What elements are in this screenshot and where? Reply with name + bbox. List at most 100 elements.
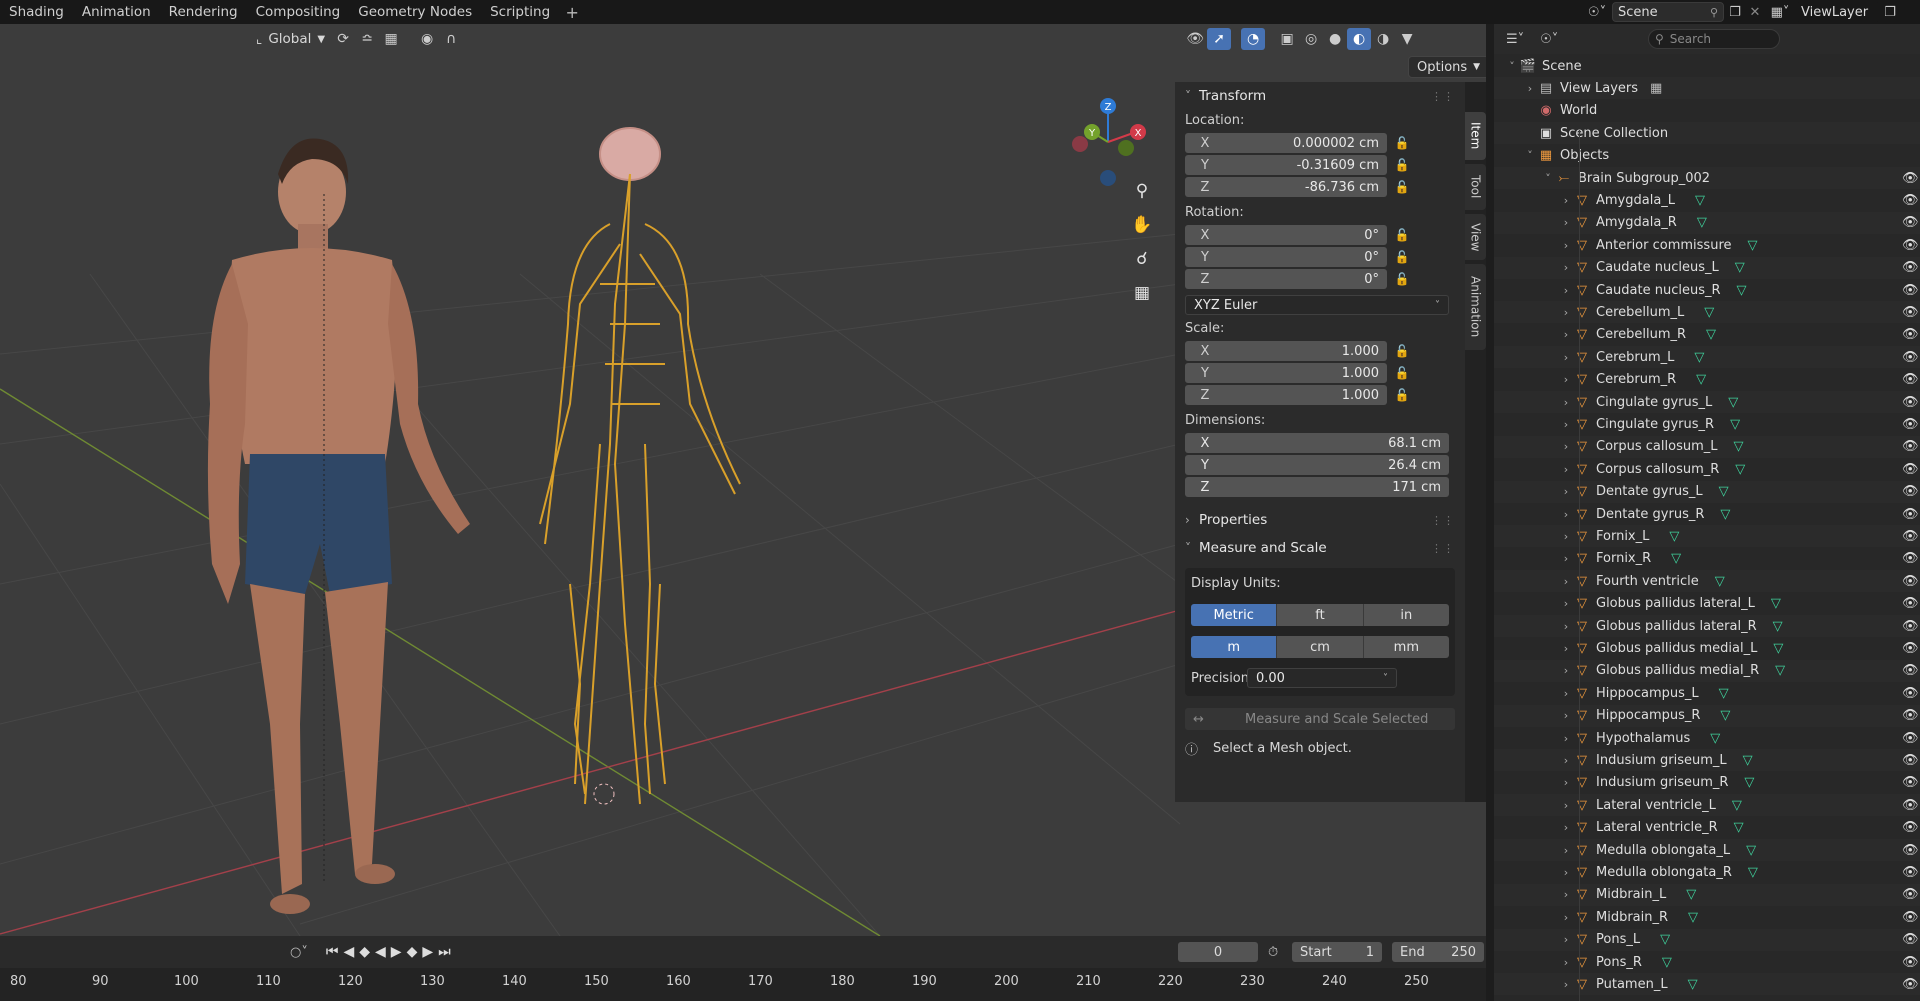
current-frame-field[interactable]: 0 [1178,942,1258,962]
visibility-eye-icon[interactable]: 👁 [1902,215,1919,230]
expand-toggle-icon[interactable]: ˅ [1504,60,1520,73]
outliner-object-item[interactable]: › ▽ Amygdala_R ▽ 👁 [1494,211,1920,234]
outliner-object-item[interactable]: › ▽ Hypothalamus ▽ 👁 [1494,727,1920,749]
outliner-object-item[interactable]: › ▽ Cingulate gyrus_R ▽ 👁 [1494,413,1920,435]
outliner-object-item[interactable]: › ▽ Fourth ventricle ▽ 👁 [1494,570,1920,593]
mesh-data-icon[interactable]: ▽ [1669,529,1679,544]
expand-toggle-icon[interactable]: › [1558,754,1574,767]
snap-toggle-icon[interactable]: ≏ [355,28,379,50]
zoom-icon[interactable]: ⚲ [1127,176,1157,206]
scene-browse-icon[interactable]: ☉˅ [1582,5,1612,20]
location-z-field[interactable]: Z -86.736 cm [1185,177,1387,197]
expand-toggle-icon[interactable]: › [1558,844,1574,857]
outliner-object-item[interactable]: › ▽ Anterior commissure ▽ 👁 [1494,234,1920,256]
pan-hand-icon[interactable]: ✋ [1127,210,1157,240]
mesh-data-icon[interactable]: ▽ [1686,887,1696,902]
mesh-data-icon[interactable]: ▽ [1771,596,1781,611]
outliner-object-item[interactable]: › ▽ Amygdala_L ▽ 👁 [1494,189,1920,211]
lock-icon[interactable]: 🔓 [1387,136,1417,150]
expand-toggle-icon[interactable]: › [1558,799,1574,812]
lock-icon[interactable]: 🔓 [1387,366,1417,380]
expand-toggle-icon[interactable]: › [1558,239,1574,252]
expand-toggle-icon[interactable]: › [1558,440,1574,453]
drag-handle-icon[interactable]: ⋮⋮ [1431,90,1455,103]
outliner-object-item[interactable]: › ▽ Midbrain_L ▽ 👁 [1494,883,1920,906]
mesh-data-icon[interactable]: ▽ [1732,798,1742,813]
expand-toggle-icon[interactable]: › [1558,597,1574,610]
lock-icon[interactable]: 🔓 [1387,388,1417,402]
visibility-eye-icon[interactable]: 👁 [1902,708,1919,723]
shading-options-icon[interactable]: ▼ [1395,28,1419,50]
outliner-object-item[interactable]: › ▽ Medulla oblongata_L ▽ 👁 [1494,839,1920,861]
lock-icon[interactable]: 🔓 [1387,180,1417,194]
xray-toggle-icon[interactable]: ▣ [1275,28,1299,50]
scene-name-field[interactable]: Scene ⚲ [1612,2,1724,22]
mesh-data-icon[interactable]: ▽ [1743,753,1753,768]
mesh-data-icon[interactable]: ▽ [1706,327,1716,342]
outliner-world[interactable]: ◉ World [1494,100,1920,122]
expand-toggle-icon[interactable]: › [1558,328,1574,341]
expand-toggle-icon[interactable]: › [1558,373,1574,386]
location-x-field[interactable]: X 0.000002 cm [1185,133,1387,153]
mesh-data-icon[interactable]: ▽ [1733,439,1743,454]
mesh-data-icon[interactable]: ▽ [1695,193,1705,208]
rotation-z-field[interactable]: Z 0° [1185,269,1387,289]
mesh-data-icon[interactable]: ▽ [1773,641,1783,656]
mesh-data-icon[interactable]: ▽ [1720,507,1730,522]
outliner-object-item[interactable]: › ▽ Lateral ventricle_L ▽ 👁 [1494,794,1920,817]
mesh-data-icon[interactable]: ▽ [1720,708,1730,723]
mesh-data-icon[interactable]: ▽ [1728,395,1738,410]
outliner-object-item[interactable]: › ▽ Pons_L ▽ 👁 [1494,928,1920,951]
outliner-object-item[interactable]: › ▽ Cerebrum_R ▽ 👁 [1494,369,1920,391]
mesh-data-icon[interactable]: ▽ [1719,484,1729,499]
falloff-icon[interactable]: ∩ [439,28,463,50]
gizmo-toggle-icon[interactable]: ➚ [1207,28,1232,50]
end-frame-field[interactable]: End 250 [1392,942,1484,962]
lock-icon[interactable]: 🔓 [1387,272,1417,286]
scale-mm-button[interactable]: mm [1363,636,1449,658]
scale-y-field[interactable]: Y 1.000 [1185,363,1387,383]
lock-icon[interactable]: 🔓 [1387,158,1417,172]
mesh-data-icon[interactable]: ▽ [1694,350,1704,365]
mesh-data-icon[interactable]: ▽ [1660,932,1670,947]
visibility-eye-icon[interactable]: 👁 [1902,731,1919,746]
precision-dropdown[interactable]: 0.00 ˅ [1247,668,1397,688]
outliner-object-item[interactable]: › ▽ Caudate nucleus_R ▽ 👁 [1494,279,1920,301]
new-scene-icon[interactable]: ❐ [1724,5,1746,20]
tab-rendering[interactable]: Rendering [160,0,247,24]
outliner-object-item[interactable]: › ▽ Corpus callosum_L ▽ 👁 [1494,435,1920,458]
tab-geometry-nodes[interactable]: Geometry Nodes [349,0,481,24]
expand-toggle-icon[interactable]: › [1558,463,1574,476]
outliner-object-item[interactable]: › ▽ Globus pallidus lateral_R ▽ 👁 [1494,615,1920,637]
rotation-y-field[interactable]: Y 0° [1185,247,1387,267]
unit-metric-button[interactable]: Metric [1191,604,1278,626]
expand-toggle-icon[interactable]: › [1558,732,1574,745]
location-y-field[interactable]: Y -0.31609 cm [1185,155,1387,175]
mesh-data-icon[interactable]: ▽ [1697,215,1707,230]
tab-compositing[interactable]: Compositing [247,0,350,24]
outliner-object-item[interactable]: › ▽ Pons_R ▽ 👁 [1494,951,1920,973]
proportional-edit-icon[interactable]: ◉ [415,28,439,50]
scale-cm-button[interactable]: cm [1277,636,1364,658]
view-layer-field[interactable]: ViewLayer [1796,2,1880,22]
expand-toggle-icon[interactable]: › [1558,261,1574,274]
mesh-data-icon[interactable]: ▽ [1735,260,1745,275]
outliner-object-item[interactable]: › ▽ Globus pallidus medial_R ▽ 👁 [1494,659,1920,682]
stopwatch-icon[interactable]: ⏱ [1268,945,1278,960]
expand-toggle-icon[interactable]: › [1558,306,1574,319]
lock-icon[interactable]: 🔓 [1387,250,1417,264]
pin-icon[interactable]: ⚲ [1710,6,1718,19]
visibility-eye-icon[interactable]: 👁 [1902,843,1919,858]
mesh-data-icon[interactable]: ▽ [1775,663,1785,678]
unit-feet-button[interactable]: ft [1277,604,1364,626]
visibility-eye-icon[interactable]: 👁 [1902,305,1919,320]
timeline-ruler[interactable]: 80 90 100 110 120 130 140 150 160 170 180 190 200 210… [0,968,1486,1001]
expand-toggle-icon[interactable]: › [1558,888,1574,901]
properties-panel-header[interactable]: › Properties ⋮⋮ [1175,506,1465,534]
measure-selected-button[interactable]: ↔ Measure and Scale Selected [1185,708,1455,730]
visibility-eye-icon[interactable]: 👁 [1902,350,1919,365]
visibility-eye-icon[interactable]: 👁 [1902,910,1919,925]
mesh-data-icon[interactable]: ▽ [1746,843,1756,858]
filter-icon[interactable]: ☉˅ [1540,32,1558,47]
dimension-x-field[interactable]: X 68.1 cm [1185,433,1449,453]
